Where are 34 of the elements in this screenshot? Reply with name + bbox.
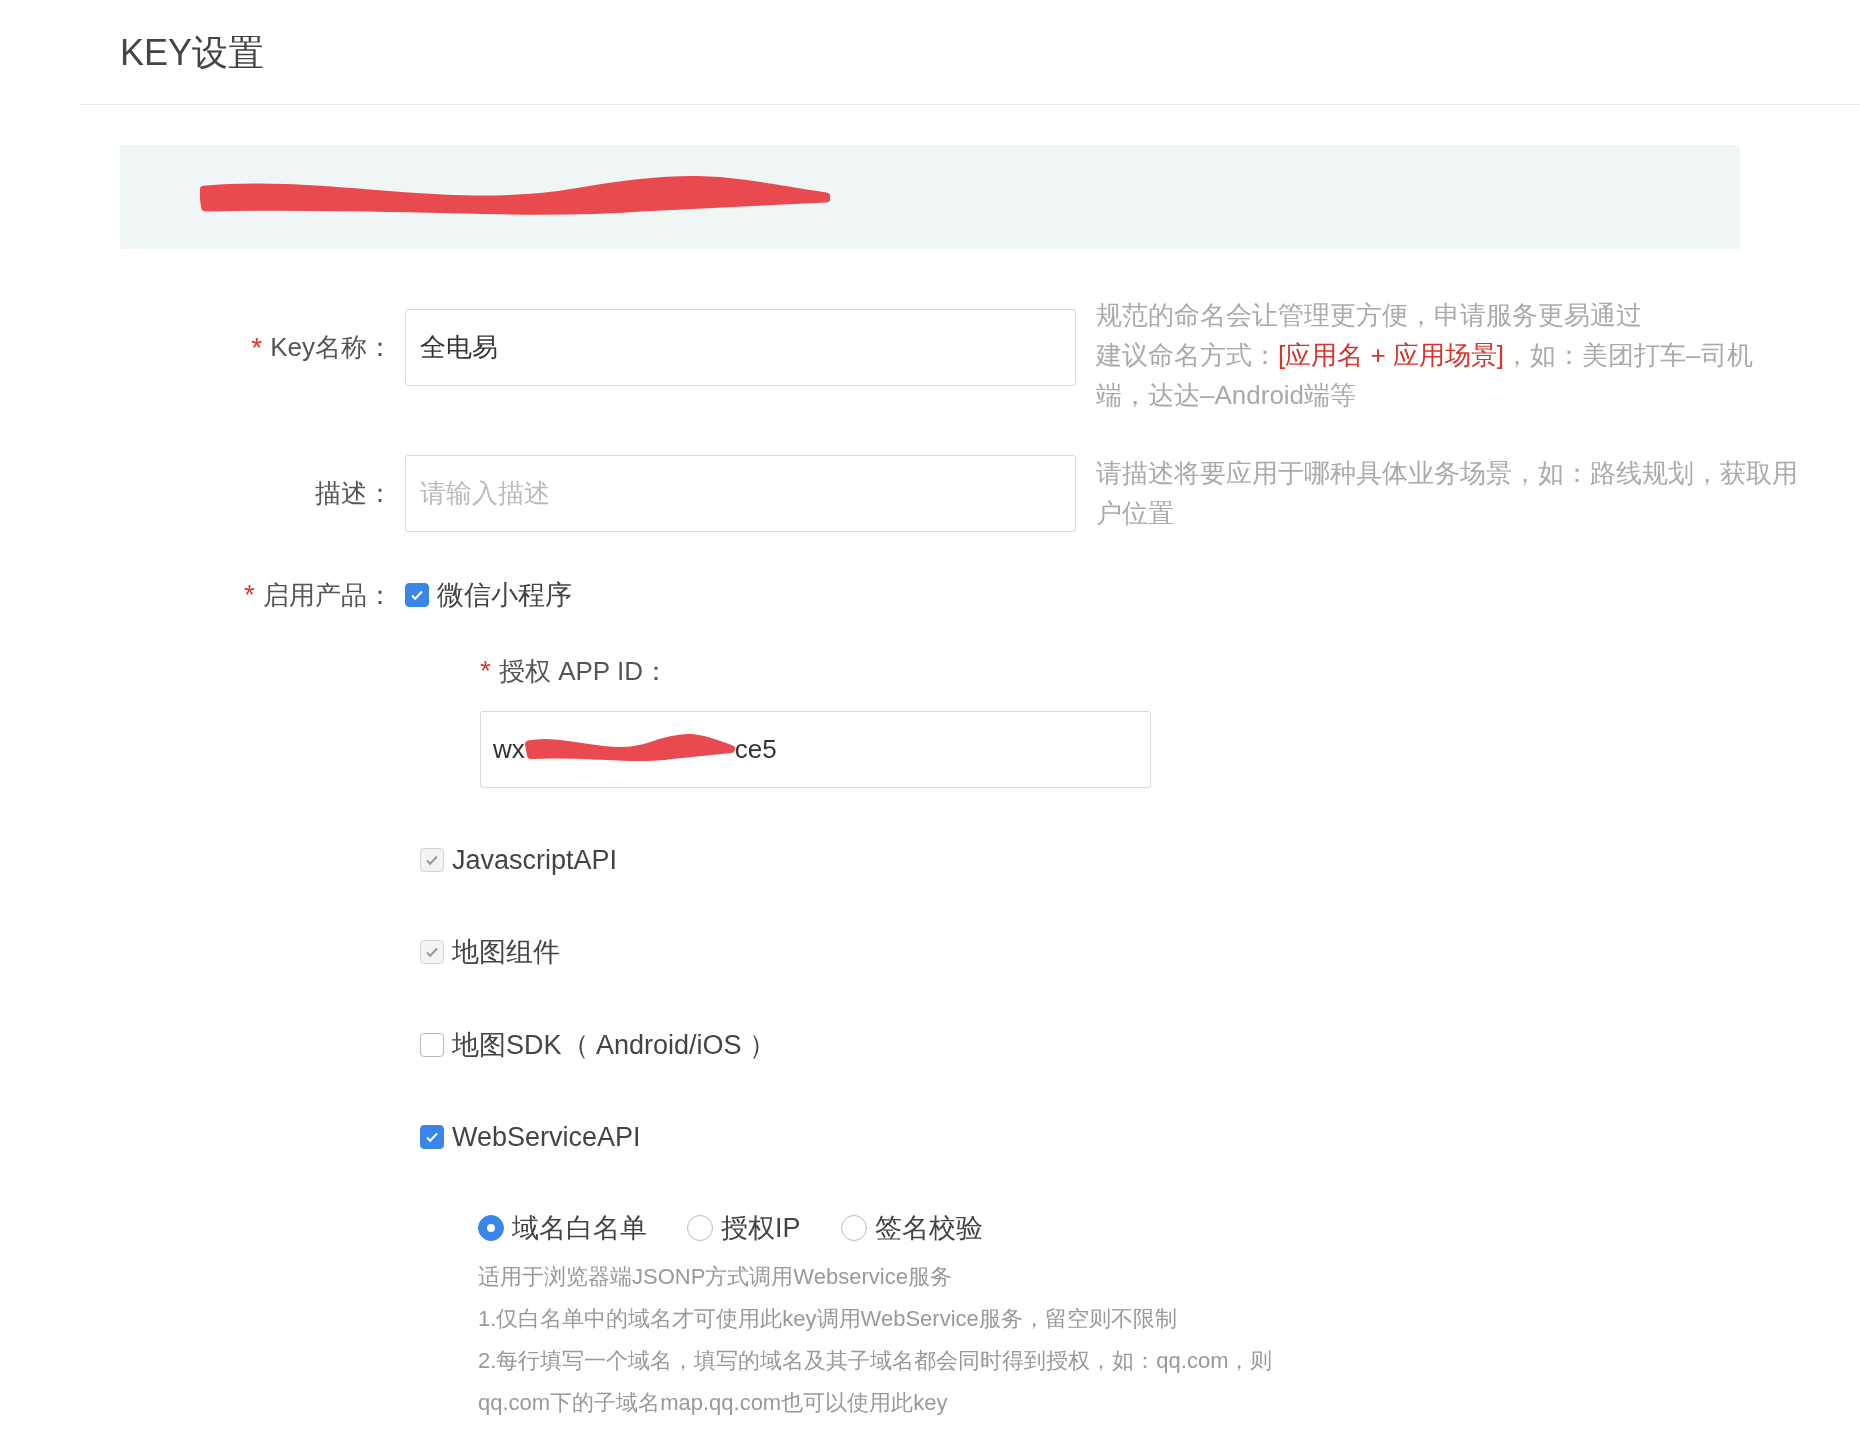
hint-text: 请描述将要应用于哪种具体业务场景，如：路线规划，获取用户位置 (1096, 457, 1799, 530)
field-value: wx (493, 732, 525, 766)
help-text: 1.仅白名单中的域名才可使用此key调用WebService服务，留空则不限制 (478, 1305, 1178, 1333)
help-text: 适用于浏览器端JSONP方式调用Webservice服务 (478, 1263, 953, 1291)
checkbox[interactable] (405, 583, 429, 608)
radio-label: 授权IP (721, 1211, 801, 1245)
product-label: 地图SDK（ Android/iOS ） (452, 1028, 777, 1062)
key-name-field[interactable]: 全电易 (405, 309, 1076, 386)
checkbox[interactable] (420, 1125, 444, 1150)
radio-button[interactable] (687, 1214, 713, 1241)
help-text: qq.com下的子域名map.qq.com也可以使用此key (478, 1389, 949, 1417)
field-value: ce5 (734, 732, 777, 766)
hint-text: 建议命名方式：[应用名 + 应用场景]，如：美团打车–司机端，达达–Android端等 (1096, 339, 1754, 412)
app-id-field[interactable]: wx ce5 (480, 710, 1151, 788)
checkbox[interactable] (420, 1032, 444, 1057)
product-label: JavascriptAPI (452, 843, 618, 877)
field-label: 启用产品： (263, 578, 393, 612)
hint-text: 规范的命名会让管理更方便，申请服务更易通过 (1096, 299, 1643, 332)
radio-button[interactable] (478, 1214, 504, 1241)
field-label: Key名称： (270, 331, 393, 364)
product-label: WebServiceAPI (452, 1121, 641, 1154)
required-asterisk: * (244, 581, 255, 610)
field-label: 授权 APP ID： (498, 654, 669, 688)
page-title: KEY设置 (120, 31, 266, 75)
description-field[interactable]: 请输入描述 (405, 455, 1076, 532)
field-label: 描述： (315, 477, 393, 510)
radio-button[interactable] (840, 1214, 867, 1241)
product-label: 微信小程序 (437, 579, 572, 612)
required-asterisk: * (251, 333, 263, 362)
radio-label: 签名校验 (874, 1211, 983, 1245)
product-label: 地图组件 (452, 936, 560, 969)
help-text: 2.每行填写一个域名，填写的域名及其子域名都会同时得到授权，如：qq.com，则 (478, 1347, 1274, 1375)
required-asterisk: * (480, 657, 491, 685)
radio-label: 域名白名单 (512, 1211, 647, 1245)
